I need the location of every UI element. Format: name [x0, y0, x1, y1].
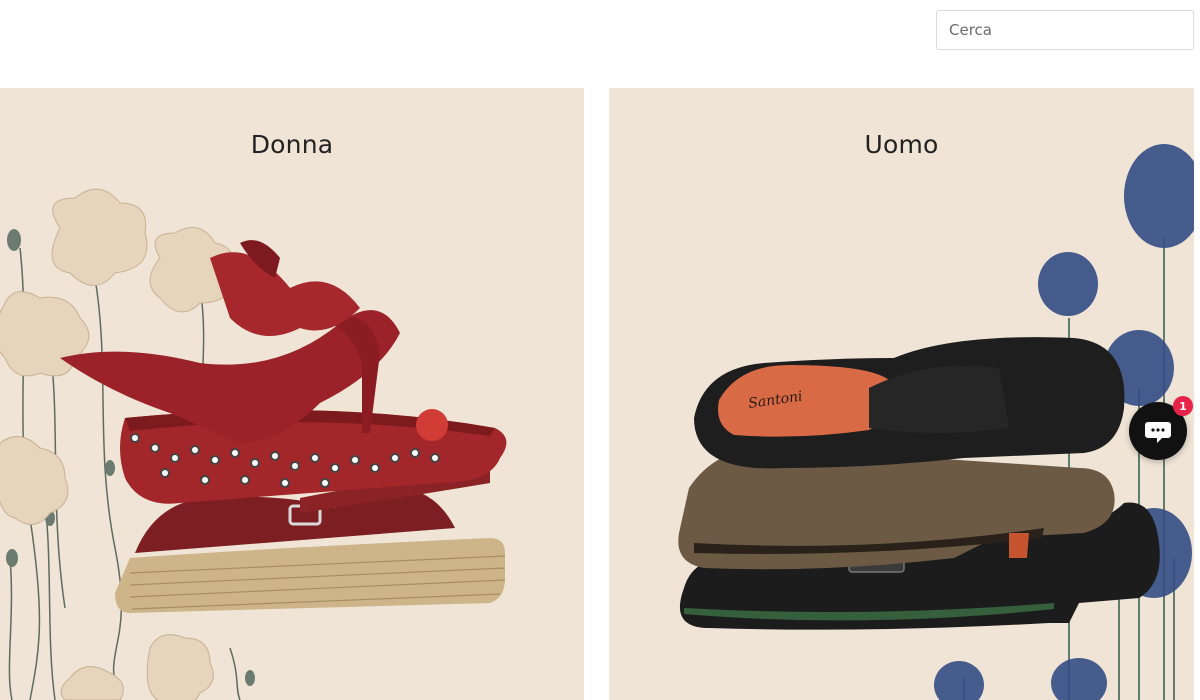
notification-badge: 1 [1173, 396, 1193, 416]
collection-card-donna[interactable]: Donna [0, 88, 584, 700]
collection-title: Uomo [864, 130, 939, 159]
chat-bubble-icon [1145, 422, 1171, 443]
collection-title: Donna [250, 130, 334, 159]
collection-card-uomo[interactable]: Santoni Uomo [609, 88, 1194, 700]
search-input[interactable] [936, 10, 1194, 50]
men-shoes-image: Santoni [678, 144, 1194, 700]
women-shoes-image [0, 188, 507, 700]
